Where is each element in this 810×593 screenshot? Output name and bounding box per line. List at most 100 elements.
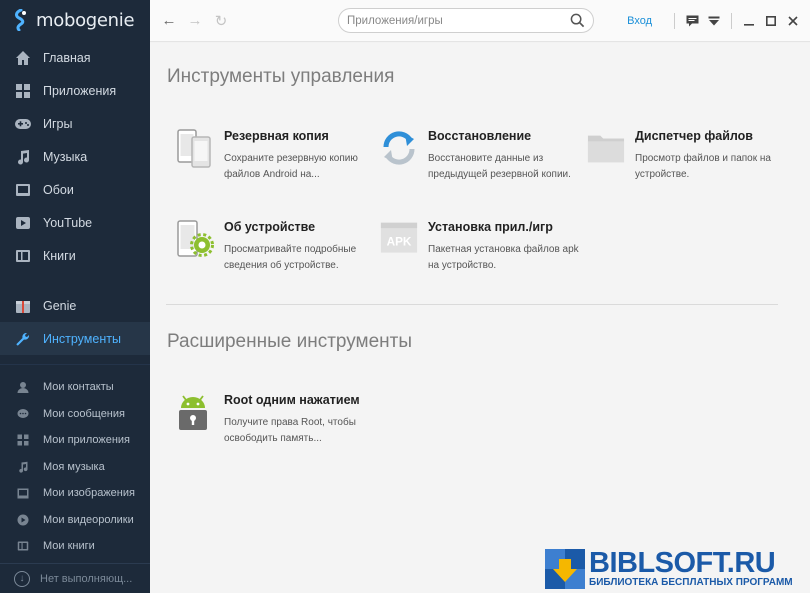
divider <box>731 13 732 29</box>
sidebar-item-label: Мои изображения <box>43 487 135 500</box>
message-icon <box>16 407 30 421</box>
sidebar-item-my-videos[interactable]: Мои видеоролики <box>0 507 150 534</box>
close-icon <box>788 16 798 26</box>
arrow-right-icon: → <box>187 12 203 29</box>
sidebar-item-label: Игры <box>43 116 73 131</box>
sidebar-item-apps[interactable]: Приложения <box>0 74 150 107</box>
mobogenie-logo-icon <box>15 9 26 31</box>
tool-description: Пакетная установка файлов apk на устройс… <box>428 244 579 271</box>
tool-title: Диспетчер файлов <box>635 129 753 143</box>
sidebar-item-label: Моя музыка <box>43 460 105 473</box>
wrench-icon <box>14 330 32 348</box>
section-divider <box>166 304 778 305</box>
section-title-management: Инструменты управления <box>167 66 395 87</box>
sidebar-item-label: Приложения <box>43 83 117 98</box>
sidebar: mobogenie Главная Приложения Игры Музыка… <box>0 0 150 593</box>
divider <box>674 13 675 29</box>
refresh-icon: ↻ <box>214 12 228 30</box>
sidebar-item-my-images[interactable]: Мои изображения <box>0 480 150 507</box>
tool-title: Об устройстве <box>224 220 316 234</box>
minimize-icon <box>744 24 754 26</box>
contact-icon <box>16 380 30 394</box>
tool-file-manager[interactable]: Диспетчер файлов Просмотр файлов и папок… <box>587 125 787 187</box>
search-box <box>338 8 594 33</box>
menu-button[interactable] <box>703 10 725 32</box>
sidebar-item-my-books[interactable]: Мои книги <box>0 533 150 560</box>
sidebar-item-label: Инструменты <box>43 331 121 346</box>
main-content: Инструменты управления Резервная копия С… <box>150 43 810 593</box>
download-status[interactable]: ↓ Нет выполняющ... <box>0 563 150 593</box>
android-lock-icon <box>179 395 207 430</box>
sidebar-item-tools[interactable]: Инструменты <box>0 322 150 355</box>
tool-title: Восстановление <box>428 129 532 143</box>
book-icon <box>16 539 30 553</box>
chat-icon <box>686 15 698 27</box>
feedback-button[interactable] <box>681 10 703 32</box>
sidebar-item-label: Мои контакты <box>43 381 114 394</box>
apps-grid-icon <box>14 82 32 100</box>
login-link[interactable]: Вход <box>627 15 652 27</box>
download-status-label: Нет выполняющ... <box>40 572 133 585</box>
sidebar-item-my-contacts[interactable]: Мои контакты <box>0 374 150 401</box>
watermark-subtitle: БИБЛИОТЕКА БЕСПЛАТНЫХ ПРОГРАММ <box>589 577 793 588</box>
sidebar-item-books[interactable]: Книги <box>0 239 150 272</box>
sidebar-item-my-apps[interactable]: Мои приложения <box>0 427 150 454</box>
sidebar-item-music[interactable]: Музыка <box>0 140 150 173</box>
sidebar-item-youtube[interactable]: YouTube <box>0 206 150 239</box>
back-button[interactable]: ← <box>156 8 182 34</box>
close-button[interactable] <box>782 10 804 32</box>
refresh-button[interactable]: ↻ <box>208 8 234 34</box>
biblsoft-logo-icon <box>545 549 585 589</box>
tool-description: Просмотр файлов и папок на устройстве. <box>635 153 771 180</box>
apk-icon: APK <box>380 222 418 253</box>
tool-title: Root одним нажатием <box>224 393 360 407</box>
sidebar-item-wallpapers[interactable]: Обои <box>0 173 150 206</box>
search-input[interactable] <box>347 14 570 27</box>
book-icon <box>14 247 32 265</box>
toolbar: ← → ↻ Вход <box>150 0 810 42</box>
app-name: mobogenie <box>36 9 135 31</box>
minimize-button[interactable] <box>738 10 760 32</box>
gift-icon <box>14 297 32 315</box>
watermark: BIBLSOFT.RU БИБЛИОТЕКА БЕСПЛАТНЫХ ПРОГРА… <box>543 547 810 593</box>
brand[interactable]: mobogenie <box>0 0 150 40</box>
dropdown-menu-icon <box>708 16 720 26</box>
tool-root[interactable]: Root одним нажатием Получите права Root,… <box>176 389 376 451</box>
sidebar-item-home[interactable]: Главная <box>0 41 150 74</box>
section-title-advanced: Расширенные инструменты <box>167 331 413 352</box>
sidebar-item-label: Обои <box>43 182 74 197</box>
youtube-icon <box>14 214 32 232</box>
sidebar-item-genie[interactable]: Genie <box>0 289 150 322</box>
sidebar-item-label: Книги <box>43 248 76 263</box>
tool-device-info[interactable]: Об устройстве Просматривайте подробные с… <box>176 216 376 278</box>
maximize-button[interactable] <box>760 10 782 32</box>
watermark-title: BIBLSOFT.RU <box>589 547 776 579</box>
arrow-left-icon: ← <box>161 12 177 29</box>
apps-grid-icon <box>16 433 30 447</box>
tool-title: Установка прил./игр <box>428 220 553 234</box>
tool-restore[interactable]: Восстановление Восстановите данные из пр… <box>380 125 580 187</box>
wallpaper-icon <box>14 181 32 199</box>
gamepad-icon <box>14 115 32 133</box>
forward-button[interactable]: → <box>182 8 208 34</box>
sidebar-item-my-music[interactable]: Моя музыка <box>0 454 150 481</box>
video-icon <box>16 513 30 527</box>
maximize-icon <box>766 16 776 26</box>
sidebar-item-label: YouTube <box>43 215 93 230</box>
sidebar-item-label: Музыка <box>43 149 88 164</box>
search-icon[interactable] <box>570 13 585 28</box>
tool-description: Просматривайте подробные сведения об уст… <box>224 244 357 271</box>
image-icon <box>16 486 30 500</box>
tool-backup[interactable]: Резервная копия Сохраните резервную копи… <box>176 125 376 187</box>
sidebar-item-games[interactable]: Игры <box>0 107 150 140</box>
tool-description: Получите права Root, чтобы освободить па… <box>224 417 356 444</box>
sidebar-item-label: Мои приложения <box>43 434 131 447</box>
tool-apk-install[interactable]: APK Установка прил./игр Пакетная установ… <box>380 216 580 278</box>
music-note-icon <box>14 148 32 166</box>
sidebar-item-label: Мои сообщения <box>43 407 125 420</box>
backup-phone-icon <box>177 129 211 168</box>
sidebar-item-my-messages[interactable]: Мои сообщения <box>0 401 150 428</box>
sidebar-item-label: Главная <box>43 50 91 65</box>
tool-description: Восстановите данные из предыдущей резерв… <box>428 153 571 180</box>
tool-title: Резервная копия <box>224 129 329 143</box>
